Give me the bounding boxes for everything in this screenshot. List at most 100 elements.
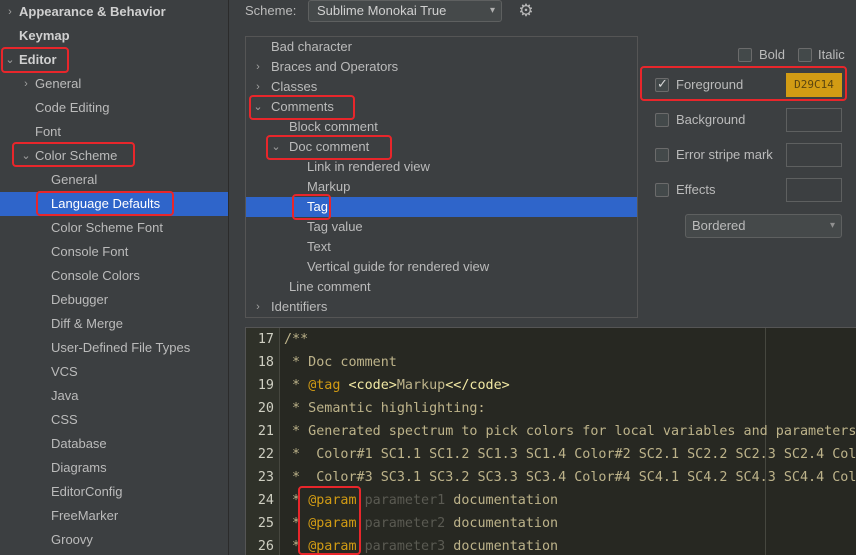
sidebar-item-editorconfig[interactable]: EditorConfig (0, 480, 228, 504)
tree-item-tag[interactable]: Tag (246, 197, 637, 217)
sidebar-item-color-scheme-font[interactable]: Color Scheme Font (0, 216, 228, 240)
sidebar-item-language-defaults[interactable]: Language Defaults (0, 192, 228, 216)
code-token: * Doc comment (284, 355, 397, 370)
tree-item-identifiers[interactable]: › Identifiers (246, 297, 637, 317)
sidebar-item-java[interactable]: Java (0, 384, 228, 408)
tree-item-label: Block comment (289, 119, 378, 134)
tree-item-braces-operators[interactable]: › Braces and Operators (246, 57, 637, 77)
code-token: documentation (445, 539, 559, 554)
background-color-swatch[interactable] (786, 108, 842, 132)
foreground-checkbox[interactable] (655, 76, 669, 92)
chevron-right-icon[interactable]: › (252, 297, 264, 317)
code-text: * @param parameter2 documentation (284, 512, 558, 535)
line-number: 20 (257, 401, 274, 416)
code-token: /** (284, 332, 309, 347)
italic-label: Italic (818, 47, 845, 62)
code-line: 22 * Color#1 SC1.1 SC1.2 SC1.3 SC1.4 Col… (246, 443, 856, 466)
sidebar-item-appearance-behavior[interactable]: › Appearance & Behavior (0, 0, 228, 24)
effects-color-swatch[interactable] (786, 178, 842, 202)
tree-item-tag-value[interactable]: Tag value (246, 217, 637, 237)
tree-item-label: Comments (271, 99, 334, 114)
sidebar-item-code-editing[interactable]: Code Editing (0, 96, 228, 120)
sidebar-item-freemarker[interactable]: FreeMarker (0, 504, 228, 528)
sidebar-item-groovy[interactable]: Groovy (0, 528, 228, 552)
code-token: * Color#3 SC3.1 SC3.2 SC3.3 SC3.4 Color#… (284, 470, 856, 485)
tree-item-vertical-guide[interactable]: Vertical guide for rendered view (246, 257, 637, 277)
code-token: parameter2 (356, 516, 446, 531)
chevron-right-icon[interactable]: › (4, 0, 16, 24)
sidebar-item-user-defined-file-types[interactable]: User-Defined File Types (0, 336, 228, 360)
sidebar-item-console-colors[interactable]: Console Colors (0, 264, 228, 288)
chevron-down-icon[interactable]: ⌄ (20, 144, 32, 168)
sidebar-item-label: Diff & Merge (51, 316, 124, 331)
chevron-down-icon[interactable]: ⌄ (4, 48, 16, 72)
italic-checkbox[interactable] (798, 48, 812, 62)
sidebar-item-font[interactable]: Font (0, 120, 228, 144)
tree-item-text[interactable]: Text (246, 237, 637, 257)
code-text: * Generated spectrum to pick colors for … (284, 420, 856, 443)
code-text: * @param parameter1 documentation (284, 489, 558, 512)
chevron-down-icon[interactable]: ⌄ (270, 137, 282, 157)
code-text: * Semantic highlighting: (284, 397, 486, 420)
chevron-right-icon[interactable]: › (20, 72, 32, 96)
code-token: <</code> (445, 378, 510, 393)
error-stripe-color-swatch[interactable] (786, 143, 842, 167)
code-token: documentation (445, 516, 559, 531)
sidebar-item-color-scheme-general[interactable]: General (0, 168, 228, 192)
sidebar-item-general[interactable]: › General (0, 72, 228, 96)
sidebar-item-label: Groovy (51, 532, 93, 547)
code-token: parameter1 (356, 493, 446, 508)
sidebar-item-label: Keymap (19, 28, 70, 43)
tree-item-block-comment[interactable]: Block comment (246, 117, 637, 137)
line-number: 26 (257, 539, 274, 554)
tree-item-classes[interactable]: › Classes (246, 77, 637, 97)
sidebar-item-debugger[interactable]: Debugger (0, 288, 228, 312)
code-line: 24 * @param parameter1 documentation (246, 489, 856, 512)
sidebar-item-label: Language Defaults (51, 196, 161, 211)
code-line: 19 * @tag <code>Markup<</code> (246, 374, 856, 397)
sidebar-item-editor[interactable]: ⌄ Editor (0, 48, 228, 72)
line-number: 21 (257, 424, 274, 439)
code-token: * (284, 516, 309, 531)
sidebar-item-diff-merge[interactable]: Diff & Merge (0, 312, 228, 336)
chevron-down-icon: ▾ (489, 5, 495, 16)
code-token: * (284, 378, 309, 393)
sidebar-item-color-scheme[interactable]: ⌄ Color Scheme (0, 144, 228, 168)
effect-type-value: Bordered (692, 218, 746, 233)
code-token: @param (308, 539, 357, 554)
sidebar-item-vcs[interactable]: VCS (0, 360, 228, 384)
gear-icon[interactable]: ⚙ (516, 1, 536, 21)
effects-checkbox[interactable] (655, 183, 669, 197)
sidebar-item-database[interactable]: Database (0, 432, 228, 456)
tree-item-link-rendered-view[interactable]: Link in rendered view (246, 157, 637, 177)
chevron-right-icon[interactable]: › (252, 57, 264, 77)
scheme-dropdown[interactable]: Sublime Monokai True ▾ (308, 0, 502, 22)
tree-item-bad-character[interactable]: Bad character (246, 37, 637, 57)
chevron-down-icon[interactable]: ⌄ (252, 97, 264, 117)
code-text: /** (284, 328, 308, 351)
sidebar-item-diagrams[interactable]: Diagrams (0, 456, 228, 480)
foreground-color-swatch[interactable]: D29C14 (786, 73, 842, 97)
sidebar-item-label: Diagrams (51, 460, 107, 475)
effect-type-dropdown[interactable]: Bordered ▾ (685, 214, 842, 238)
bold-checkbox[interactable] (738, 48, 752, 62)
sidebar-item-console-font[interactable]: Console Font (0, 240, 228, 264)
code-preview[interactable]: 17/** 18 * Doc comment 19 * @tag <code>Mar… (245, 327, 856, 555)
code-text: * Color#1 SC1.1 SC1.2 SC1.3 SC1.4 Color#… (284, 443, 856, 466)
error-stripe-checkbox[interactable] (655, 148, 669, 162)
chevron-down-icon: ▾ (829, 220, 835, 231)
code-token: * Semantic highlighting: (284, 401, 486, 416)
sidebar-item-label: Font (35, 124, 62, 139)
sidebar-item-label: Appearance & Behavior (19, 4, 166, 19)
tree-item-line-comment[interactable]: Line comment (246, 277, 637, 297)
code-token: Markup (396, 378, 446, 393)
tree-item-comments[interactable]: ⌄ Comments (246, 97, 637, 117)
sidebar-item-label: General (51, 172, 98, 187)
sidebar-item-keymap[interactable]: Keymap (0, 24, 228, 48)
chevron-right-icon[interactable]: › (252, 77, 264, 97)
code-token: * (284, 539, 309, 554)
background-checkbox[interactable] (655, 113, 669, 127)
sidebar-item-css[interactable]: CSS (0, 408, 228, 432)
tree-item-doc-comment[interactable]: ⌄ Doc comment (246, 137, 637, 157)
tree-item-markup[interactable]: Markup (246, 177, 637, 197)
